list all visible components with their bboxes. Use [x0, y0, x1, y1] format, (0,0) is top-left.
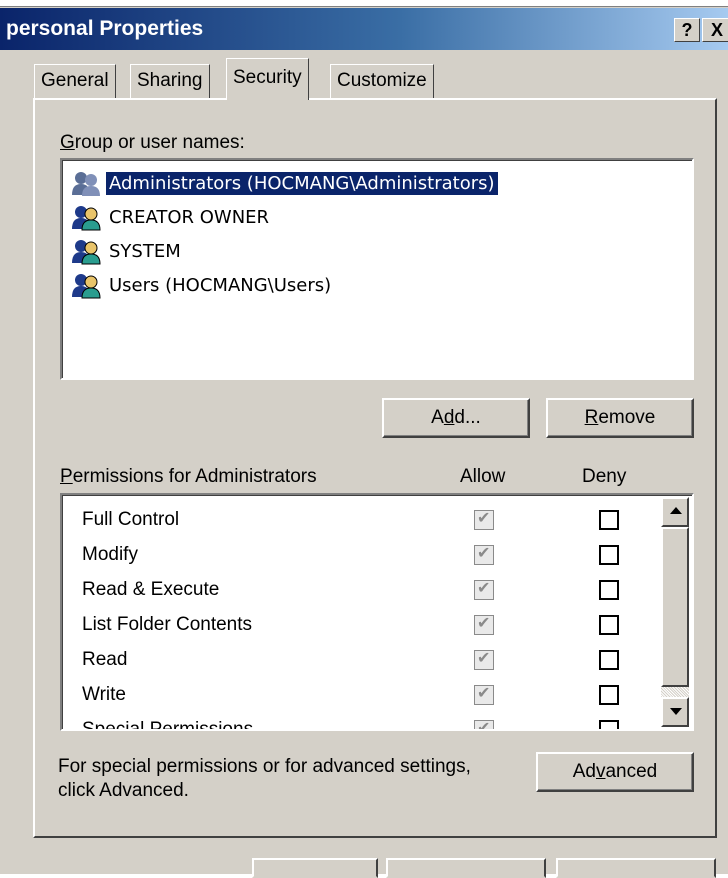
group-user-list[interactable]: Administrators (HOCMANG\Administrators) … — [60, 158, 694, 380]
deny-checkbox[interactable] — [599, 650, 619, 670]
advanced-button[interactable]: Advanced — [536, 752, 694, 792]
help-button[interactable]: ? — [674, 18, 700, 42]
tab-general[interactable]: General — [34, 64, 116, 98]
scroll-thumb[interactable] — [661, 527, 689, 687]
permission-row-full-control: Full Control — [82, 509, 180, 530]
deny-checkbox[interactable] — [599, 510, 619, 530]
tab-security[interactable]: Security — [226, 58, 309, 100]
list-item-label: SYSTEM — [109, 240, 181, 262]
apply-button[interactable] — [556, 858, 716, 878]
permissions-list[interactable]: Full Control Modify Read & Execute List … — [60, 493, 694, 731]
deny-checkbox[interactable] — [599, 720, 619, 729]
top-edge — [0, 0, 728, 7]
arrow-up-icon — [670, 507, 682, 514]
deny-checkbox[interactable] — [599, 615, 619, 635]
permission-row-read-execute: Read & Execute — [82, 579, 220, 600]
properties-dialog: personal Properties ? X General Sharing … — [0, 0, 728, 878]
list-item[interactable]: Administrators (HOCMANG\Administrators) — [70, 168, 499, 198]
permissions-scrollbar[interactable] — [661, 497, 689, 727]
users-group-icon — [72, 240, 101, 265]
list-item[interactable]: CREATOR OWNER — [70, 202, 272, 232]
permission-row-write: Write — [82, 684, 126, 705]
allow-checkbox[interactable] — [474, 543, 494, 565]
ok-button[interactable] — [252, 858, 378, 878]
advanced-note-line2: click Advanced. — [58, 780, 189, 801]
users-group-icon — [72, 206, 101, 231]
allow-checkbox[interactable] — [474, 648, 494, 670]
deny-header: Deny — [582, 466, 627, 487]
scroll-down-button[interactable] — [661, 697, 689, 727]
tab-customize[interactable]: Customize — [330, 64, 434, 98]
allow-checkbox[interactable] — [474, 508, 494, 530]
list-item[interactable]: SYSTEM — [70, 236, 184, 266]
allow-checkbox[interactable] — [474, 718, 494, 729]
users-group-icon — [72, 172, 100, 196]
permission-row-read: Read — [82, 649, 128, 670]
close-button[interactable]: X — [702, 18, 728, 42]
remove-button[interactable]: Remove — [546, 398, 694, 438]
permission-row-special: Special Permissions — [82, 719, 254, 731]
deny-checkbox[interactable] — [599, 545, 619, 565]
list-item-label: CREATOR OWNER — [109, 206, 270, 228]
window-title: personal Properties — [6, 17, 204, 40]
arrow-down-icon — [670, 708, 682, 715]
users-group-icon — [72, 274, 101, 299]
permissions-label: Permissions for Administrators — [60, 466, 317, 487]
cancel-button[interactable] — [386, 858, 546, 878]
deny-checkbox[interactable] — [599, 580, 619, 600]
list-item-label: Administrators (HOCMANG\Administrators) — [105, 170, 499, 196]
group-names-label: Group or user names: — [60, 132, 245, 153]
allow-checkbox[interactable] — [474, 683, 494, 705]
allow-checkbox[interactable] — [474, 613, 494, 635]
list-item-label: Users (HOCMANG\Users) — [109, 274, 332, 296]
permission-row-modify: Modify — [82, 544, 138, 565]
permission-row-list-folder: List Folder Contents — [82, 614, 253, 635]
deny-checkbox[interactable] — [599, 685, 619, 705]
advanced-note-line1: For special permissions or for advanced … — [58, 756, 471, 777]
tab-sharing[interactable]: Sharing — [130, 64, 210, 98]
allow-header: Allow — [460, 466, 506, 487]
title-bar[interactable]: personal Properties ? X — [0, 8, 728, 50]
allow-checkbox[interactable] — [474, 578, 494, 600]
add-button[interactable]: Add... — [382, 398, 530, 438]
scroll-up-button[interactable] — [661, 497, 689, 527]
list-item[interactable]: Users (HOCMANG\Users) — [70, 270, 334, 300]
